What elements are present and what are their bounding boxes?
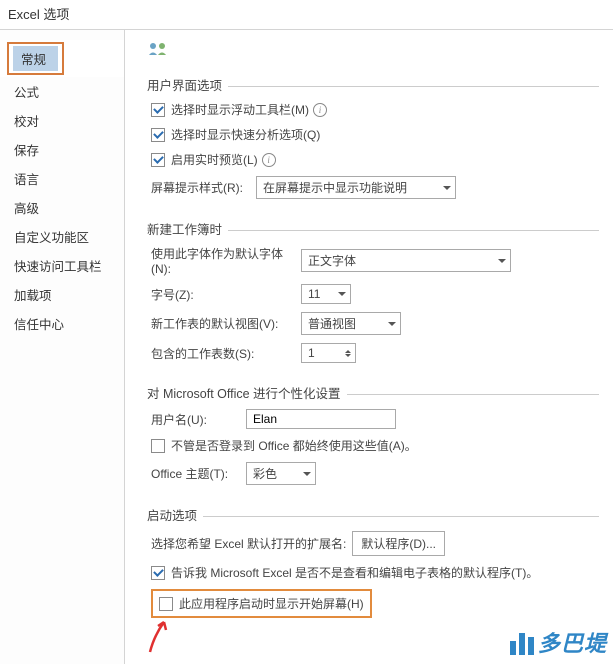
chevron-down-icon: [388, 322, 396, 326]
dropdown-office-theme-value: 彩色: [253, 465, 277, 482]
header-icon-row: [147, 40, 599, 57]
section-title-new-workbook: 新建工作簿时: [147, 219, 228, 238]
label-sheet-count: 包含的工作表数(S):: [151, 345, 301, 362]
spinner-sheet-count-value: 1: [308, 346, 315, 360]
chevron-down-icon: [443, 186, 451, 190]
info-icon[interactable]: i: [313, 103, 327, 117]
checkbox-tell-default[interactable]: [151, 566, 165, 580]
sidebar-item-formulas[interactable]: 公式: [0, 77, 124, 106]
label-default-view: 新工作表的默认视图(V):: [151, 315, 301, 332]
label-tell-default: 告诉我 Microsoft Excel 是否不是查看和编辑电子表格的默认程序(T…: [171, 564, 538, 581]
checkbox-mini-toolbar[interactable]: [151, 103, 165, 117]
button-default-programs-label: 默认程序(D)...: [361, 535, 436, 552]
input-username[interactable]: [246, 409, 396, 429]
dropdown-font-size[interactable]: 11: [301, 284, 351, 304]
sidebar-item-advanced[interactable]: 高级: [0, 193, 124, 222]
dropdown-default-font[interactable]: 正文字体: [301, 249, 511, 272]
window-title: Excel 选项: [0, 0, 613, 30]
label-username: 用户名(U):: [151, 411, 246, 428]
sidebar: 常规 公式 校对 保存 语言 高级 自定义功能区 快速访问工具栏 加载项 信任中…: [0, 30, 125, 664]
chevron-down-icon: [498, 259, 506, 263]
label-show-start-screen: 此应用程序启动时显示开始屏幕(H): [179, 595, 364, 612]
info-icon[interactable]: i: [262, 153, 276, 167]
sidebar-item-save[interactable]: 保存: [0, 135, 124, 164]
sidebar-item-customize-ribbon[interactable]: 自定义功能区: [0, 222, 124, 251]
content-panel: 用户界面选项 选择时显示浮动工具栏(M) i 选择时显示快速分析选项(Q) 启用…: [125, 30, 613, 664]
chevron-up-icon: [345, 350, 351, 353]
section-divider: [147, 516, 599, 517]
label-font-size: 字号(Z):: [151, 286, 301, 303]
label-office-theme: Office 主题(T):: [151, 465, 246, 482]
chevron-down-icon: [303, 472, 311, 476]
section-title-startup: 启动选项: [147, 505, 203, 524]
people-icon: [147, 41, 169, 57]
annotation-highlight-box: 此应用程序启动时显示开始屏幕(H): [151, 589, 372, 618]
selection-highlight: 常规: [7, 42, 64, 75]
label-default-extensions: 选择您希望 Excel 默认打开的扩展名:: [151, 535, 346, 552]
section-startup: 启动选项 选择您希望 Excel 默认打开的扩展名: 默认程序(D)... 告诉…: [147, 495, 599, 618]
dropdown-tip-style[interactable]: 在屏幕提示中显示功能说明: [256, 176, 456, 199]
dropdown-tip-style-value: 在屏幕提示中显示功能说明: [263, 179, 407, 196]
label-default-font: 使用此字体作为默认字体(N):: [151, 245, 301, 276]
checkbox-always-use-values[interactable]: [151, 439, 165, 453]
dropdown-office-theme[interactable]: 彩色: [246, 462, 316, 485]
sidebar-item-general[interactable]: 常规: [0, 40, 124, 77]
checkbox-live-preview[interactable]: [151, 153, 165, 167]
section-title-ui: 用户界面选项: [147, 75, 228, 94]
sidebar-item-quick-access[interactable]: 快速访问工具栏: [0, 251, 124, 280]
sidebar-item-language[interactable]: 语言: [0, 164, 124, 193]
label-tip-style: 屏幕提示样式(R):: [151, 179, 256, 196]
checkbox-quick-analysis[interactable]: [151, 128, 165, 142]
button-default-programs[interactable]: 默认程序(D)...: [352, 531, 445, 556]
dropdown-default-view[interactable]: 普通视图: [301, 312, 401, 335]
sidebar-item-addins[interactable]: 加载项: [0, 280, 124, 309]
dropdown-font-size-value: 11: [308, 287, 320, 301]
section-personalize: 对 Microsoft Office 进行个性化设置 用户名(U): 不管是否登…: [147, 373, 599, 485]
sidebar-item-trust-center[interactable]: 信任中心: [0, 309, 124, 338]
label-always-use-values: 不管是否登录到 Office 都始终使用这些值(A)。: [171, 437, 417, 454]
checkbox-show-start-screen[interactable]: [159, 597, 173, 611]
label-quick-analysis: 选择时显示快速分析选项(Q): [171, 126, 320, 143]
section-ui-options: 用户界面选项 选择时显示浮动工具栏(M) i 选择时显示快速分析选项(Q) 启用…: [147, 65, 599, 199]
label-mini-toolbar: 选择时显示浮动工具栏(M): [171, 101, 309, 118]
section-new-workbook: 新建工作簿时 使用此字体作为默认字体(N): 正文字体 字号(Z): 11: [147, 209, 599, 363]
chevron-down-icon: [345, 354, 351, 357]
spinner-sheet-count[interactable]: 1: [301, 343, 356, 363]
dropdown-default-view-value: 普通视图: [308, 315, 356, 332]
chevron-down-icon: [338, 292, 346, 296]
sidebar-item-proofing[interactable]: 校对: [0, 106, 124, 135]
section-title-personalize: 对 Microsoft Office 进行个性化设置: [147, 383, 347, 402]
label-live-preview: 启用实时预览(L): [171, 151, 258, 168]
dropdown-default-font-value: 正文字体: [308, 252, 356, 269]
